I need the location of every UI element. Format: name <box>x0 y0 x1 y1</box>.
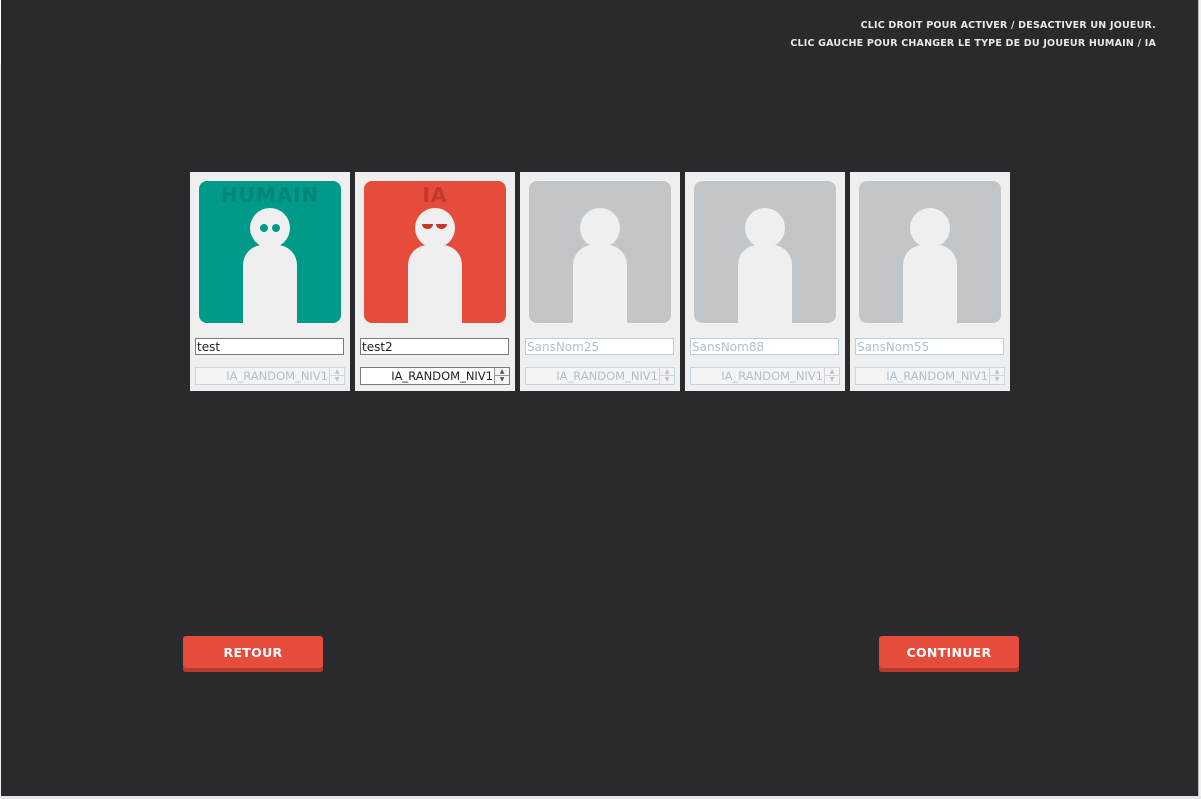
ai-level-value: IA_RANDOM_NIV1 <box>721 369 823 383</box>
ai-level-value: IA_RANDOM_NIV1 <box>886 369 988 383</box>
continue-button[interactable]: CONTINUER <box>879 636 1019 672</box>
ai-level-value: IA_RANDOM_NIV1 <box>391 369 493 383</box>
player-avatar-inactive[interactable] <box>859 181 1001 323</box>
person-head-icon <box>580 208 620 248</box>
player-card-1[interactable]: HUMAIN IA_RANDOM_NIV1 ▲ ▼ <box>190 172 350 391</box>
player-avatar-inactive[interactable] <box>529 181 671 323</box>
player-card-4[interactable]: IA_RANDOM_NIV1 ▲ ▼ <box>685 172 845 391</box>
arrow-up-icon[interactable]: ▲ <box>329 368 344 376</box>
player-name-input[interactable] <box>525 338 674 355</box>
closed-eye-icon <box>436 224 447 229</box>
arrow-down-icon[interactable]: ▼ <box>824 376 839 384</box>
closed-eye-icon <box>422 224 433 229</box>
window-left-border <box>0 64 1 799</box>
eye-icon <box>272 224 280 232</box>
arrow-down-icon[interactable]: ▼ <box>989 376 1004 384</box>
player-name-input[interactable] <box>855 338 1004 355</box>
player-avatar-humain[interactable]: HUMAIN <box>199 181 341 323</box>
person-body-icon <box>573 245 627 323</box>
instruction-left-click: CLIC GAUCHE POUR CHANGER LE TYPE DE DU J… <box>790 38 1156 49</box>
ai-level-value: IA_RANDOM_NIV1 <box>556 369 658 383</box>
arrow-up-icon[interactable]: ▲ <box>659 368 674 376</box>
person-body-icon <box>243 245 297 323</box>
back-button[interactable]: RETOUR <box>183 636 323 672</box>
player-card-2[interactable]: IA IA_RANDOM_NIV1 ▲ ▼ <box>355 172 515 391</box>
eye-icon <box>260 224 268 232</box>
arrow-up-icon[interactable]: ▲ <box>989 368 1004 376</box>
person-head-icon <box>250 208 290 248</box>
person-body-icon <box>903 245 957 323</box>
player-name-input[interactable] <box>360 338 509 355</box>
ai-level-spinner[interactable]: IA_RANDOM_NIV1 ▲ ▼ <box>690 367 840 385</box>
ai-level-spinner[interactable]: IA_RANDOM_NIV1 ▲ ▼ <box>195 367 345 385</box>
ai-level-spinner[interactable]: IA_RANDOM_NIV1 ▲ ▼ <box>525 367 675 385</box>
player-avatar-ia[interactable]: IA <box>364 181 506 323</box>
arrow-down-icon[interactable]: ▼ <box>659 376 674 384</box>
player-setup-screen: CLIC DROIT POUR ACTIVER / DESACTIVER UN … <box>1 0 1198 796</box>
ai-level-value: IA_RANDOM_NIV1 <box>226 369 328 383</box>
person-body-icon <box>408 245 462 323</box>
player-type-label: IA <box>422 183 448 207</box>
person-head-icon <box>910 208 950 248</box>
application: CLIC DROIT POUR ACTIVER / DESACTIVER UN … <box>0 0 1201 799</box>
player-card-5[interactable]: IA_RANDOM_NIV1 ▲ ▼ <box>850 172 1010 391</box>
player-name-input[interactable] <box>195 338 344 355</box>
arrow-down-icon[interactable]: ▼ <box>329 376 344 384</box>
person-head-icon <box>415 208 455 248</box>
ai-level-spinner[interactable]: IA_RANDOM_NIV1 ▲ ▼ <box>360 367 510 385</box>
player-type-label: HUMAIN <box>220 183 320 207</box>
player-name-input[interactable] <box>690 338 839 355</box>
instruction-right-click: CLIC DROIT POUR ACTIVER / DESACTIVER UN … <box>860 20 1156 31</box>
player-avatar-inactive[interactable] <box>694 181 836 323</box>
arrow-up-icon[interactable]: ▲ <box>494 368 509 376</box>
arrow-down-icon[interactable]: ▼ <box>494 376 509 384</box>
ai-level-spinner[interactable]: IA_RANDOM_NIV1 ▲ ▼ <box>855 367 1005 385</box>
person-head-icon <box>745 208 785 248</box>
arrow-up-icon[interactable]: ▲ <box>824 368 839 376</box>
person-body-icon <box>738 245 792 323</box>
player-card-3[interactable]: IA_RANDOM_NIV1 ▲ ▼ <box>520 172 680 391</box>
